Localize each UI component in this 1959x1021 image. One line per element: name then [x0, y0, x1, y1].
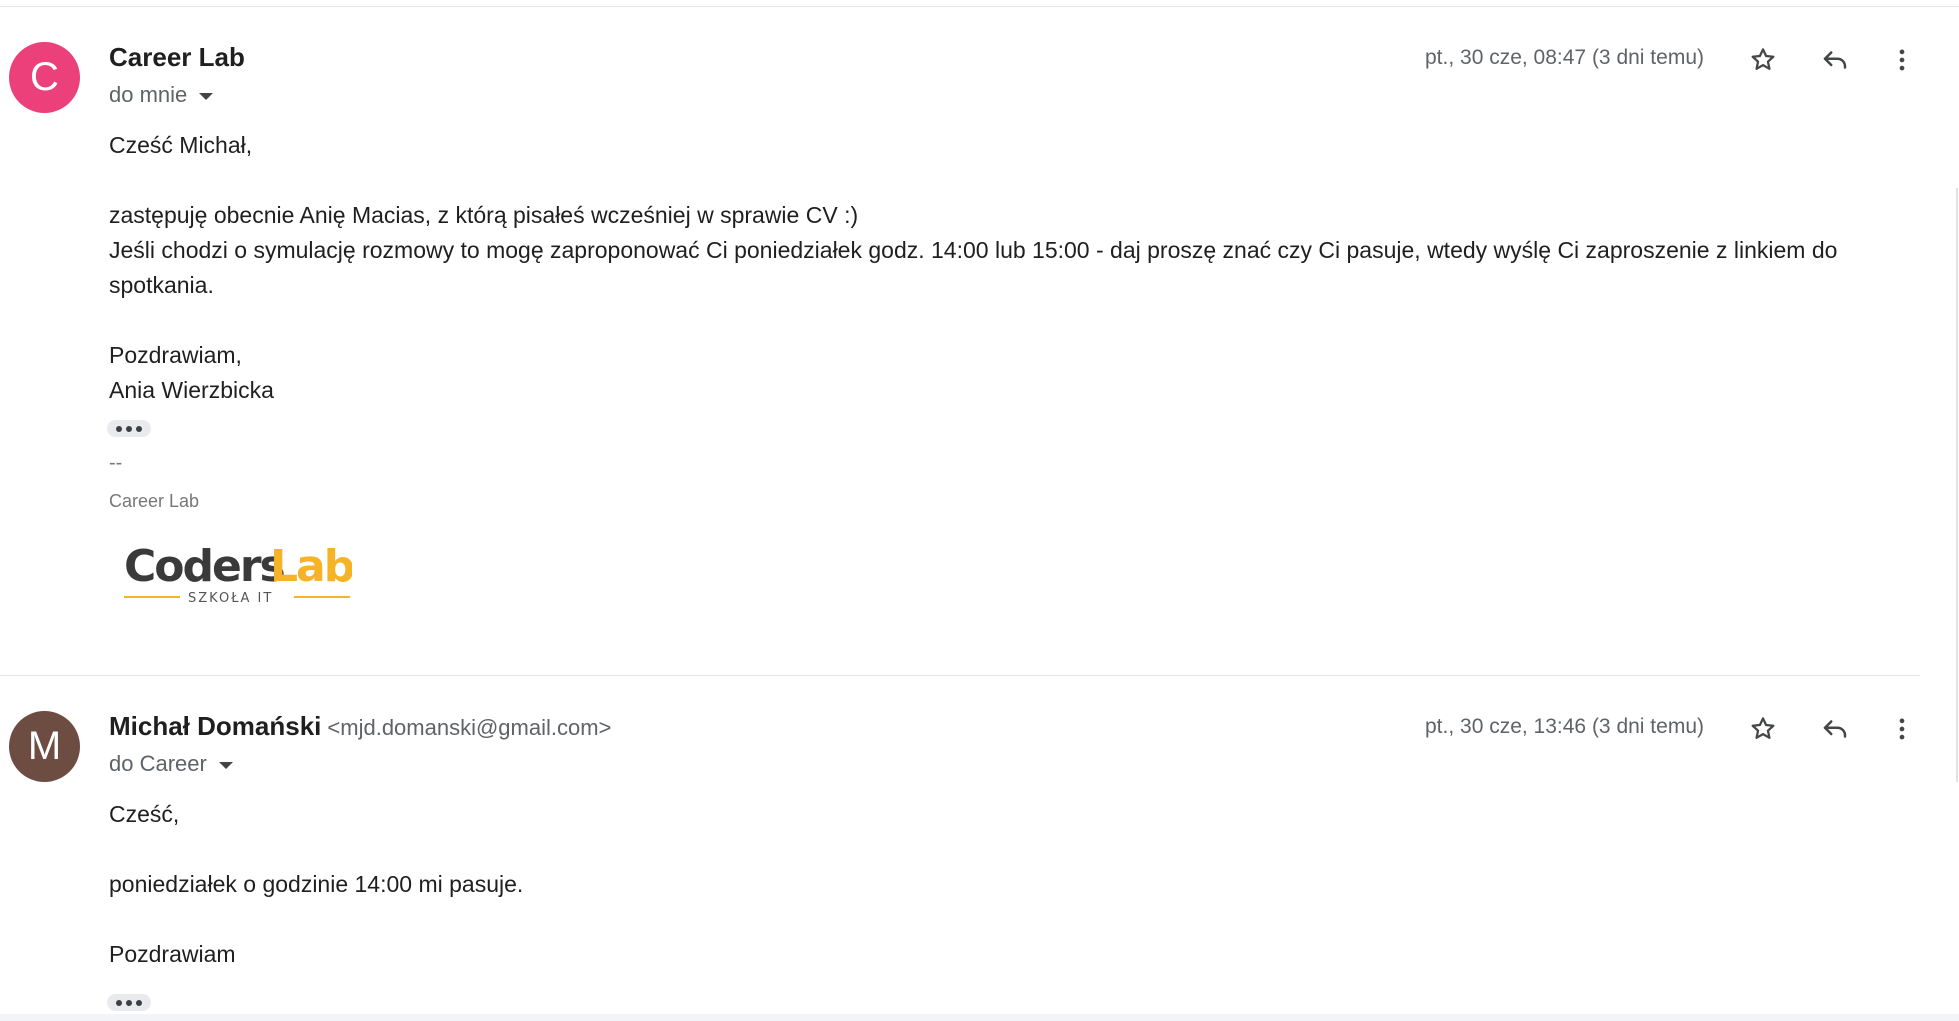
- avatar[interactable]: C: [9, 42, 80, 113]
- recipient-label: do Career: [109, 751, 207, 776]
- caret-down-icon: [199, 92, 214, 100]
- dot: [126, 999, 132, 1006]
- dot: [136, 425, 142, 432]
- message-body: Cześć, poniedziałek o godzinie 14:00 mi …: [109, 797, 1899, 972]
- logo-tagline: SZKOŁA IT: [188, 591, 273, 606]
- body-line: poniedziałek o godzinie 14:00 mi pasuje.: [109, 871, 524, 897]
- reply-button[interactable]: [1815, 40, 1855, 80]
- signature-name: Ania Wierzbicka: [109, 377, 274, 403]
- logo-word-lab: Lab: [270, 541, 352, 592]
- sender-email: <mjd.domanski@gmail.com>: [327, 715, 612, 740]
- reply-button[interactable]: [1815, 709, 1855, 749]
- star-button[interactable]: [1743, 40, 1783, 80]
- closing: Pozdrawiam: [109, 941, 236, 967]
- body-line: zastępuję obecnie Anię Macias, z którą p…: [109, 202, 859, 228]
- message-date: pt., 30 cze, 08:47 (3 dni temu): [1425, 46, 1704, 69]
- email-message: C Career Lab do mnie pt., 30 cze, 08:47 …: [0, 0, 1959, 675]
- more-options-button[interactable]: [1882, 709, 1922, 749]
- dot: [116, 425, 122, 432]
- sender-name-text: Career Lab: [109, 42, 245, 72]
- message-body: Cześć Michał, zastępuję obecnie Anię Mac…: [109, 128, 1899, 408]
- recipient-details-toggle[interactable]: do mnie: [109, 82, 214, 108]
- show-trimmed-content-button[interactable]: [107, 420, 151, 437]
- reply-icon: [1823, 720, 1847, 738]
- recipient-label: do mnie: [109, 82, 188, 107]
- caret-down-icon: [218, 761, 233, 769]
- star-outline-icon: [1751, 717, 1775, 739]
- signature-separator: --: [109, 452, 123, 474]
- sender-name-text: Michał Domański: [109, 711, 322, 741]
- bottom-edge: [0, 1014, 1959, 1021]
- more-vert-icon: [1899, 718, 1905, 740]
- coders-lab-logo: Coders Lab SZKOŁA IT: [124, 541, 352, 606]
- show-trimmed-content-button[interactable]: [107, 994, 151, 1011]
- reply-icon: [1823, 51, 1847, 69]
- sender-name: Michał Domański <mjd.domanski@gmail.com>: [109, 711, 611, 742]
- recipient-details-toggle[interactable]: do Career: [109, 751, 233, 777]
- body-line: Jeśli chodzi o symulację rozmowy to mogę…: [109, 237, 1838, 298]
- star-button[interactable]: [1743, 709, 1783, 749]
- dot: [136, 999, 142, 1006]
- signature-company: Career Lab: [109, 491, 200, 511]
- closing: Pozdrawiam,: [109, 342, 242, 368]
- message-date: pt., 30 cze, 13:46 (3 dni temu): [1425, 715, 1704, 738]
- more-vert-icon: [1899, 49, 1905, 71]
- logo-word-coders: Coders: [124, 541, 285, 592]
- more-options-button[interactable]: [1882, 40, 1922, 80]
- email-message: M Michał Domański <mjd.domanski@gmail.com…: [0, 676, 1959, 1021]
- avatar[interactable]: M: [9, 711, 80, 782]
- greeting: Cześć,: [109, 801, 180, 827]
- greeting: Cześć Michał,: [109, 132, 253, 158]
- star-outline-icon: [1751, 48, 1775, 70]
- dot: [116, 999, 122, 1006]
- dot: [126, 425, 132, 432]
- sender-name: Career Lab: [109, 42, 245, 73]
